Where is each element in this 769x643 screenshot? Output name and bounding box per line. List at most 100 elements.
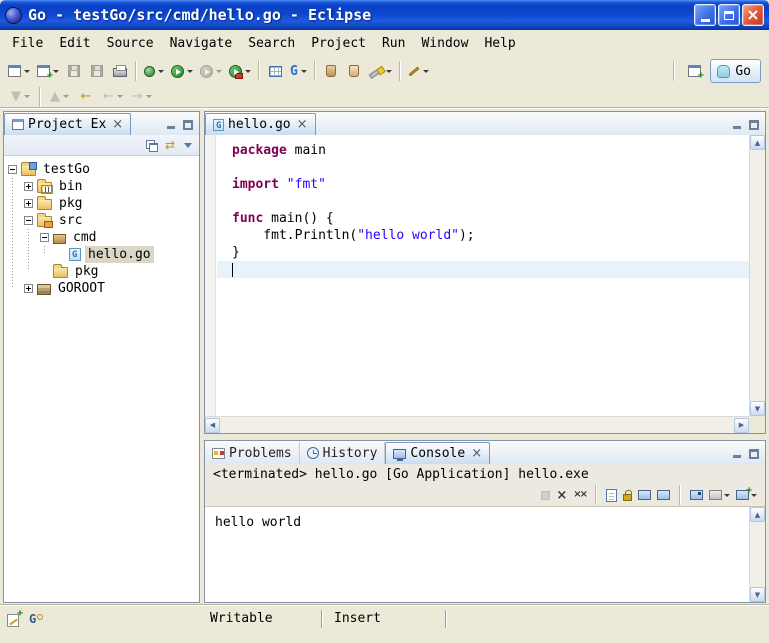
maximize-view-icon[interactable] [749,120,759,130]
tab-console[interactable]: Console [385,442,490,464]
new-file-button[interactable] [34,59,62,83]
code-line-4[interactable] [217,193,749,210]
menu-help[interactable]: Help [476,33,523,54]
tab-hello-go[interactable]: hello.go [205,113,316,135]
search-button[interactable] [366,59,395,83]
view-menu-icon[interactable] [184,143,192,148]
menu-project[interactable]: Project [303,33,374,54]
tree-item-label: bin [56,178,85,195]
annotation-ruler[interactable] [205,135,216,416]
menu-navigate[interactable]: Navigate [162,33,241,54]
remove-all-launches-button[interactable] [573,486,586,504]
previous-annotation-button[interactable]: ▲ [47,87,72,106]
scroll-lock-button[interactable] [623,486,632,504]
expand-toggle-icon[interactable] [24,199,33,208]
menubar: FileEditSourceNavigateSearchProjectRunWi… [0,30,769,56]
go-tools-button[interactable] [287,59,310,83]
menu-edit[interactable]: Edit [51,33,98,54]
remove-launch-button[interactable] [556,486,567,504]
mark-occurrences-button[interactable] [405,59,432,83]
forward-button[interactable]: → [129,87,155,106]
maximize-view-icon[interactable] [749,449,759,459]
tree-item-pkg[interactable]: pkg [4,195,199,212]
tree-item-goroot[interactable]: GOROOT [4,280,199,297]
code-area[interactable]: package main import "fmt" func main() { fm… [217,135,749,416]
pin-console-button[interactable] [690,486,703,504]
editor-vertical-scrollbar[interactable]: ▲ ▼ [749,135,765,416]
tree-item-hello-go[interactable]: hello.go [4,246,199,263]
menu-window[interactable]: Window [413,33,476,54]
external-tools-button[interactable] [226,59,254,83]
show-stdout-button[interactable] [638,486,651,504]
last-edit-location-button[interactable]: ← [75,87,97,106]
close-tab-icon[interactable] [297,118,308,131]
scroll-down-icon[interactable]: ▼ [750,587,765,602]
console-vertical-scrollbar[interactable]: ▲ ▼ [749,507,765,602]
link-with-editor-icon[interactable] [165,139,175,151]
collapse-toggle-icon[interactable] [8,165,17,174]
code-line-7[interactable]: } [217,244,749,261]
save-button[interactable] [63,59,85,83]
scroll-up-icon[interactable]: ▲ [750,135,765,150]
tab-problems[interactable]: Problems [205,442,300,464]
code-line-5[interactable]: func main() { [217,210,749,227]
editor-horizontal-scrollbar[interactable]: ◀ ▶ [205,416,749,433]
minimize-view-icon[interactable] [732,120,742,130]
code-line-6[interactable]: fmt.Println("hello world"); [217,227,749,244]
run-button[interactable] [168,59,196,83]
tree-item-testgo[interactable]: testGo [4,161,199,178]
console-output[interactable]: hello world ▲ ▼ [205,506,765,602]
scroll-left-icon[interactable]: ◀ [205,418,220,433]
back-button[interactable]: ← [100,87,126,106]
collapse-all-icon[interactable] [146,140,156,150]
scroll-right-icon[interactable]: ▶ [734,418,749,433]
maximize-view-icon[interactable] [183,120,193,130]
tree-item-bin[interactable]: bin [4,178,199,195]
minimize-button[interactable] [694,4,716,26]
menu-source[interactable]: Source [99,33,162,54]
go-perspective-button[interactable]: Go [710,59,761,83]
next-annotation-button[interactable]: ▼ [8,87,33,106]
menu-search[interactable]: Search [240,33,303,54]
close-tab-icon[interactable] [112,118,123,131]
profile-button[interactable] [197,59,225,83]
close-tab-icon[interactable] [471,447,482,460]
collapse-toggle-icon[interactable] [24,216,33,225]
menu-file[interactable]: File [4,33,51,54]
expand-toggle-icon[interactable] [24,182,33,191]
terminate-button[interactable] [541,486,550,504]
expand-toggle-icon[interactable] [24,284,33,293]
clear-console-button[interactable] [606,486,617,504]
show-stderr-button[interactable] [657,486,670,504]
tree-item-cmd[interactable]: cmd [4,229,199,246]
code-line-1[interactable]: package main [217,142,749,159]
debug-button[interactable] [141,59,167,83]
go-trim-icon[interactable] [29,613,43,627]
collapse-toggle-icon[interactable] [40,233,49,242]
scroll-down-icon[interactable]: ▼ [750,401,765,416]
minimize-view-icon[interactable] [166,120,176,130]
menu-run[interactable]: Run [374,33,413,54]
scroll-up-icon[interactable]: ▲ [750,507,765,522]
pencil-plus-icon[interactable] [7,614,19,627]
print-button[interactable] [109,59,131,83]
display-console-button[interactable] [709,486,730,504]
new-go-element-button[interactable] [264,59,286,83]
maximize-button[interactable] [718,4,740,26]
tree-item-pkg[interactable]: pkg [4,263,199,280]
tab-project-explorer[interactable]: Project Ex [4,113,131,135]
open-type-button[interactable] [320,59,342,83]
tree-item-src[interactable]: src [4,212,199,229]
open-console-button[interactable] [736,486,757,504]
save-icon [68,65,80,77]
open-resource-button[interactable] [343,59,365,83]
code-line-8[interactable] [217,261,749,278]
new-wizard-button[interactable] [5,59,33,83]
code-line-3[interactable]: import "fmt" [217,176,749,193]
code-line-2[interactable] [217,159,749,176]
close-button[interactable] [742,4,764,26]
open-perspective-button[interactable] [683,59,705,83]
tab-history[interactable]: History [300,442,386,464]
save-all-button[interactable] [86,59,108,83]
minimize-view-icon[interactable] [732,449,742,459]
